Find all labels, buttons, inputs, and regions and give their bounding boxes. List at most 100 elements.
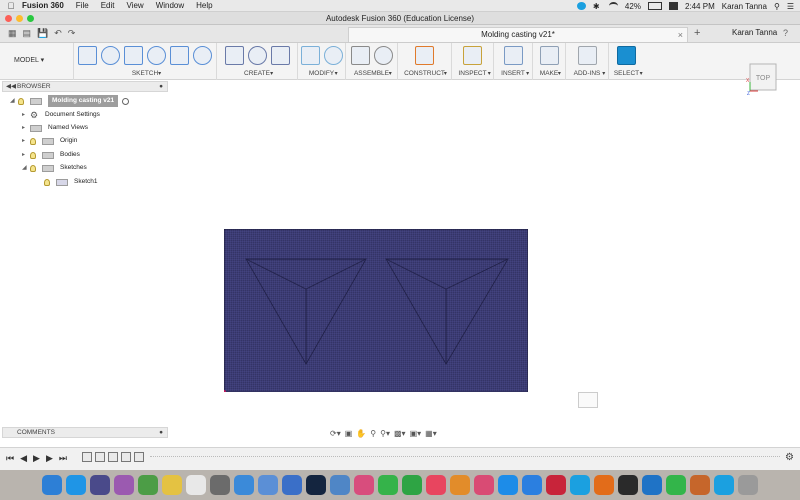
apple-menu-icon[interactable]: : [0, 1, 22, 11]
cylinder-icon[interactable]: [270, 46, 290, 65]
workspace-switcher[interactable]: MODEL ▾: [14, 54, 64, 68]
photoshop-icon[interactable]: [306, 475, 326, 495]
joint-icon[interactable]: [373, 46, 393, 65]
timeline-feature[interactable]: [134, 452, 144, 462]
appstore-icon[interactable]: [498, 475, 518, 495]
line-icon[interactable]: [101, 46, 120, 65]
browser-item-document-settings[interactable]: ▸ ⚙ Document Settings: [22, 109, 100, 121]
dropdown-caret-icon[interactable]: ▾: [270, 70, 273, 77]
display-settings-icon[interactable]: ▩▾: [394, 429, 406, 438]
comments-pin-icon[interactable]: ●: [159, 428, 163, 438]
expand-triangle-icon[interactable]: ◢: [22, 162, 30, 174]
document-tab[interactable]: Molding casting v21* ×: [348, 27, 688, 42]
browser-pin-icon[interactable]: ●: [159, 82, 163, 92]
sphere-mesh-icon[interactable]: [247, 46, 267, 65]
collapse-browser-icon[interactable]: ◀◀: [6, 82, 16, 92]
finder-icon[interactable]: [42, 475, 62, 495]
menu-view[interactable]: View: [126, 1, 143, 10]
dropdown-caret-icon[interactable]: ▾: [488, 70, 491, 77]
messages-icon[interactable]: [378, 475, 398, 495]
eagle-icon[interactable]: [690, 475, 710, 495]
help-icon[interactable]: ?: [783, 28, 788, 38]
itunes-icon[interactable]: [474, 475, 494, 495]
go-to-start-icon[interactable]: ⏮: [6, 453, 14, 464]
chrome-icon[interactable]: [234, 475, 254, 495]
project-icon[interactable]: [170, 46, 189, 65]
trash-icon[interactable]: [738, 475, 758, 495]
vscode-icon[interactable]: [642, 475, 662, 495]
orbit-icon[interactable]: ⟳▾: [330, 429, 341, 438]
finder-folder-icon[interactable]: [330, 475, 350, 495]
mail-icon[interactable]: [282, 475, 302, 495]
browser-root-row[interactable]: ◢ Molding casting v21: [10, 95, 130, 107]
input-source-icon[interactable]: [668, 2, 678, 10]
plane-icon[interactable]: [415, 46, 434, 65]
step-forward-icon[interactable]: ▶: [46, 453, 53, 464]
autocad-icon[interactable]: [546, 475, 566, 495]
sync-icon[interactable]: [522, 475, 542, 495]
clock-time[interactable]: 2:44 PM: [685, 2, 715, 11]
timeline-feature[interactable]: [108, 452, 118, 462]
zoom-icon[interactable]: ⚲▾: [380, 429, 390, 438]
preview-icon[interactable]: [258, 475, 278, 495]
data-panel-icon[interactable]: ▦: [8, 28, 17, 39]
dropdown-caret-icon[interactable]: ▾: [526, 70, 529, 77]
expand-arrow-icon[interactable]: ▸: [22, 135, 30, 147]
visibility-bulb-icon[interactable]: [44, 178, 50, 186]
dropdown-caret-icon[interactable]: ▾: [389, 70, 392, 77]
save-icon[interactable]: 💾: [37, 28, 48, 39]
maps-icon[interactable]: [138, 475, 158, 495]
expand-arrow-icon[interactable]: ▸: [22, 149, 30, 161]
dropdown-caret-icon[interactable]: ▾: [602, 70, 605, 77]
wifi-icon[interactable]: [608, 2, 618, 10]
facetime-icon[interactable]: [402, 475, 422, 495]
visibility-bulb-icon[interactable]: [30, 137, 36, 145]
calendar-icon[interactable]: [186, 475, 206, 495]
expand-arrow-icon[interactable]: ▸: [22, 109, 30, 121]
battery-icon[interactable]: [647, 2, 662, 10]
measure-icon[interactable]: [463, 46, 482, 65]
addins-icon[interactable]: [577, 46, 597, 65]
photos-icon[interactable]: [114, 475, 134, 495]
whatsapp-icon[interactable]: [666, 475, 686, 495]
rectangle-icon[interactable]: [124, 46, 143, 65]
siri-icon[interactable]: [90, 475, 110, 495]
sketch-create-icon[interactable]: [78, 46, 97, 65]
redo-icon[interactable]: ↷: [68, 28, 76, 39]
toolbar-group-label[interactable]: CREATE: [217, 70, 297, 77]
activate-radio-icon[interactable]: [122, 97, 130, 105]
notification-center-icon[interactable]: ☰: [787, 2, 794, 11]
viewport-mini-widget[interactable]: [578, 392, 598, 408]
close-tab-icon[interactable]: ×: [678, 28, 683, 42]
files-icon[interactable]: [210, 475, 230, 495]
music-icon[interactable]: [426, 475, 446, 495]
comments-panel-header[interactable]: COMMENTS ●: [2, 427, 168, 438]
menubar-user[interactable]: Karan Tanna: [722, 2, 767, 11]
skype-status-icon[interactable]: [576, 2, 586, 10]
menu-file[interactable]: File: [76, 1, 89, 10]
photos2-icon[interactable]: [354, 475, 374, 495]
visibility-bulb-icon[interactable]: [30, 164, 36, 172]
press-pull-icon[interactable]: [300, 46, 320, 65]
tab-user-name[interactable]: Karan Tanna: [732, 28, 777, 37]
zoom-window-icon[interactable]: [27, 15, 34, 22]
timeline-track[interactable]: [150, 456, 780, 462]
visual-style-icon[interactable]: ▣▾: [410, 429, 422, 438]
expand-triangle-icon[interactable]: ◢: [10, 95, 18, 107]
minimize-window-icon[interactable]: [16, 15, 23, 22]
notes-icon[interactable]: [162, 475, 182, 495]
polygon-icon[interactable]: [193, 46, 212, 65]
zoom-window-tool-icon[interactable]: ⚲: [370, 429, 376, 438]
browser-item-origin[interactable]: ▸ Origin: [22, 135, 77, 147]
browser-panel-header[interactable]: ◀◀ BROWSER ●: [2, 81, 168, 92]
print-icon[interactable]: [539, 46, 559, 65]
timeline-feature[interactable]: [121, 452, 131, 462]
spline-icon[interactable]: [147, 46, 166, 65]
browser-item-bodies[interactable]: ▸ Bodies: [22, 149, 80, 161]
toolbar-group-label[interactable]: SKETCH: [74, 70, 216, 77]
app-name-menu[interactable]: Fusion 360: [22, 1, 64, 10]
close-window-icon[interactable]: [5, 15, 12, 22]
pan-icon[interactable]: ✋: [356, 429, 366, 438]
toolbar-group-label[interactable]: MODIFY: [298, 70, 345, 77]
skype-icon[interactable]: [570, 475, 590, 495]
